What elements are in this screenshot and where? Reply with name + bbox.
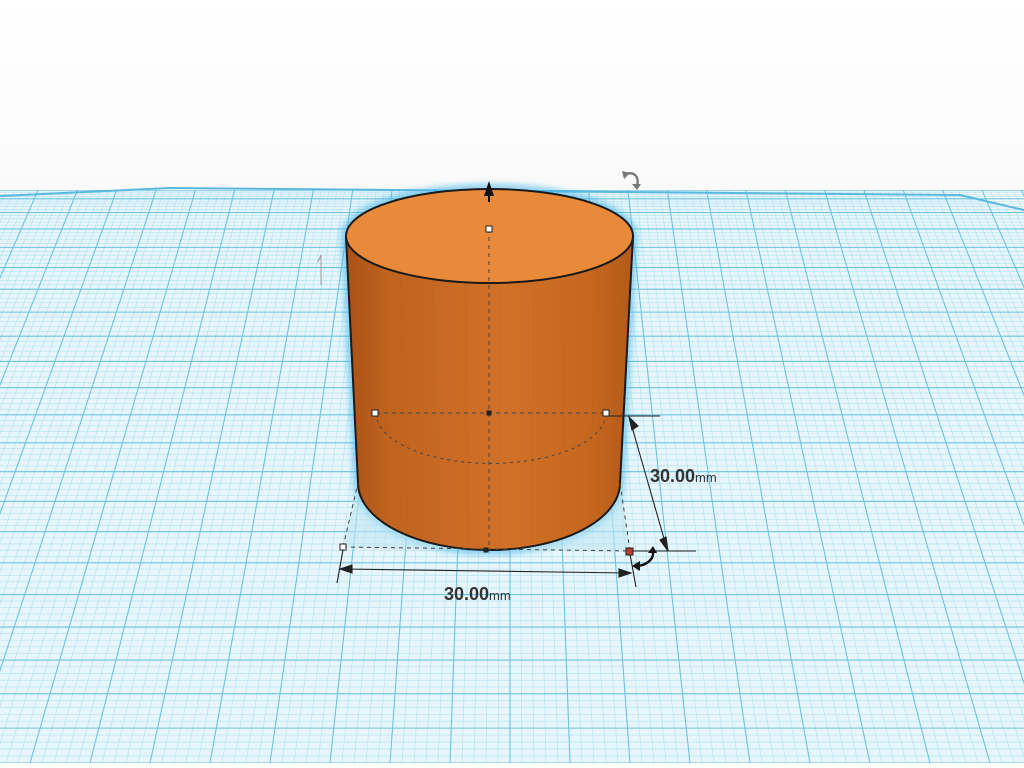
scene-canvas[interactable] [0, 0, 1024, 763]
depth-unit: mm [695, 470, 717, 485]
left-mid-handle[interactable] [371, 409, 379, 417]
cylinder-top [345, 188, 634, 284]
base-center-point [483, 547, 489, 553]
width-dimension-label[interactable]: 30.00mm [444, 584, 511, 605]
right-mid-handle[interactable] [602, 409, 610, 417]
depth-value[interactable]: 30.00 [650, 466, 695, 486]
width-value[interactable]: 30.00 [444, 584, 489, 604]
3d-viewport[interactable]: 30.00mm 30.00mm [0, 0, 1024, 763]
depth-dimension-label[interactable]: 30.00mm [650, 466, 717, 487]
width-unit: mm [489, 588, 511, 603]
center-point [486, 410, 492, 416]
base-corner-handle[interactable] [625, 547, 634, 556]
base-left-handle[interactable] [339, 543, 347, 551]
top-center-handle[interactable] [485, 225, 493, 233]
